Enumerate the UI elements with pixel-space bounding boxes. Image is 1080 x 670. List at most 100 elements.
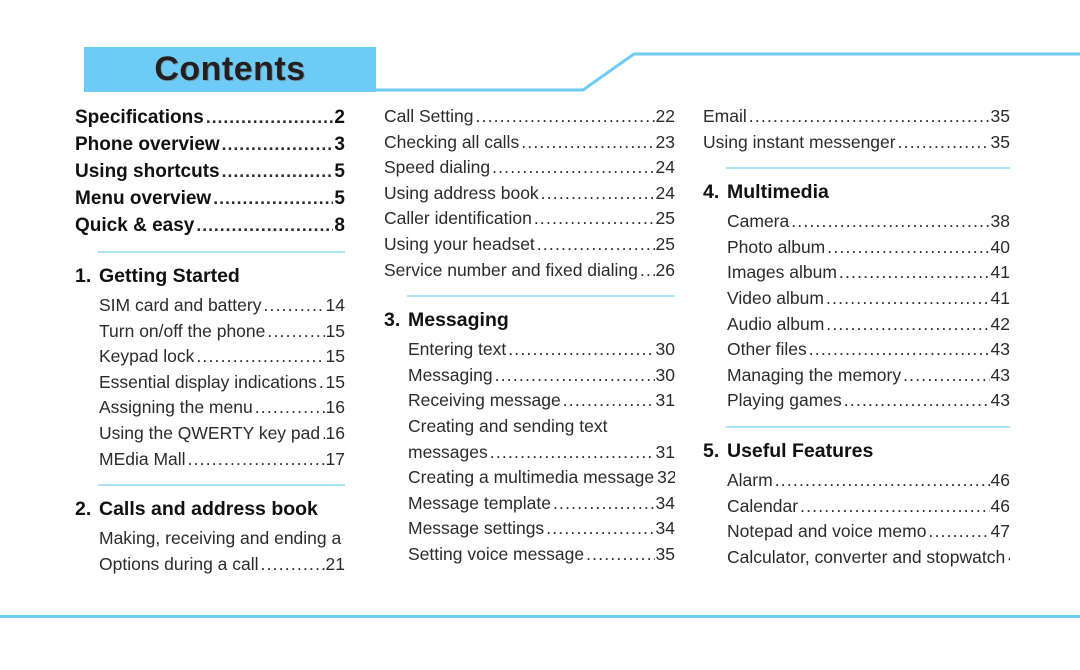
section-heading[interactable]: 5. Useful Features bbox=[703, 438, 1010, 464]
toc-entry[interactable]: Using instant messenger ................… bbox=[703, 130, 1010, 156]
toc-entry[interactable]: MEdia Mall .............................… bbox=[99, 447, 345, 473]
toc-entry[interactable]: Service number and fixed dialing........… bbox=[384, 258, 675, 284]
toc-entry-label: Other files bbox=[727, 339, 807, 360]
toc-entry[interactable]: Making, receiving and ending a call ....… bbox=[99, 526, 345, 552]
section-heading[interactable]: 1. Getting Started bbox=[75, 263, 345, 289]
toc-leader-dots: ........................................… bbox=[187, 448, 325, 469]
toc-leader-dots: ........................................… bbox=[521, 131, 655, 152]
toc-entry-label: Making, receiving and ending a call bbox=[99, 528, 345, 549]
toc-page-number: 47 bbox=[990, 521, 1010, 542]
toc-entry[interactable]: messages ...............................… bbox=[408, 440, 675, 466]
toc-entry-label: Specifications bbox=[75, 107, 204, 128]
toc-page-number: 43 bbox=[990, 339, 1010, 360]
toc-entry-label: MEdia Mall bbox=[99, 448, 186, 469]
toc-entry[interactable]: Receiving message ......................… bbox=[408, 388, 675, 414]
section-number: 5. bbox=[703, 439, 720, 462]
toc-leader-dots: ........................................… bbox=[492, 157, 654, 178]
toc-entry[interactable]: Notepad and voice memo .................… bbox=[727, 519, 1010, 545]
toc-entry-label: Message settings bbox=[408, 518, 545, 539]
section-title: Useful Features bbox=[727, 439, 874, 462]
toc-entry[interactable]: Using shortcuts.........................… bbox=[75, 158, 345, 185]
toc-entry[interactable]: Using address book......................… bbox=[384, 181, 675, 207]
toc-entry-group: Specifications..........................… bbox=[75, 104, 345, 239]
toc-entry[interactable]: Specifications..........................… bbox=[75, 104, 345, 131]
toc-leader-dots: ........................................… bbox=[536, 233, 655, 254]
toc-entry-label: Using the QWERTY key pad bbox=[99, 422, 321, 443]
section-heading[interactable]: 4. Multimedia bbox=[703, 179, 1010, 205]
toc-entry[interactable]: Keypad lock.............................… bbox=[99, 344, 345, 370]
toc-entry[interactable]: Call Setting ...........................… bbox=[384, 104, 675, 130]
toc-entry[interactable]: Options during a call...................… bbox=[99, 552, 345, 578]
toc-entry[interactable]: Message template .......................… bbox=[408, 491, 675, 517]
toc-page-number: 5 bbox=[334, 161, 345, 182]
toc-entry[interactable]: Speed dialing...........................… bbox=[384, 155, 675, 181]
toc-page-number: 32 bbox=[657, 467, 675, 488]
section-entries: SIM card and battery ...................… bbox=[99, 293, 345, 472]
toc-page-number: 24 bbox=[655, 157, 675, 178]
toc-entry[interactable]: Phone overview..........................… bbox=[75, 131, 345, 158]
section-heading[interactable]: 2. Calls and address book bbox=[75, 496, 345, 522]
toc-page-number: 31 bbox=[655, 390, 675, 411]
toc-entry[interactable]: Calculator, converter and stopwatch.....… bbox=[727, 545, 1010, 571]
toc-entry-label: Assigning the menu bbox=[99, 397, 253, 418]
toc-leader-dots: ........................................… bbox=[318, 371, 325, 392]
toc-page-number: 35 bbox=[655, 543, 675, 564]
toc-page-number: 2 bbox=[334, 107, 345, 128]
toc-leader-dots: ........................................… bbox=[748, 106, 990, 126]
toc-entry[interactable]: Caller identification ..................… bbox=[384, 206, 675, 232]
section-title: Getting Started bbox=[99, 265, 240, 287]
toc-entry[interactable]: Audio album ............................… bbox=[727, 312, 1010, 338]
toc-entry-label: Using your headset bbox=[384, 233, 535, 254]
toc-entry-label: Call Setting bbox=[384, 106, 474, 126]
section-number: 1. bbox=[75, 265, 92, 287]
toc-leader-dots: ........................................… bbox=[897, 131, 990, 152]
toc-entry[interactable]: Creating and sending text...............… bbox=[408, 414, 675, 440]
toc-leader-dots: ........................................… bbox=[260, 553, 325, 574]
toc-entry[interactable]: SIM card and battery ...................… bbox=[99, 293, 345, 319]
toc-leader-dots: ........................................… bbox=[494, 364, 655, 385]
toc-page-number: 15 bbox=[325, 320, 345, 341]
toc-entry[interactable]: Turn on/off the phone...................… bbox=[99, 319, 345, 345]
toc-entry-label: Video album bbox=[727, 287, 824, 308]
toc-entry[interactable]: Entering text ..........................… bbox=[408, 337, 675, 363]
toc-entry-label: SIM card and battery bbox=[99, 295, 262, 315]
toc-entry[interactable]: Other files ............................… bbox=[727, 337, 1010, 363]
toc-entry-label: Options during a call bbox=[99, 553, 259, 574]
toc-entry[interactable]: Photo album ............................… bbox=[727, 235, 1010, 261]
toc-entry[interactable]: Using the QWERTY key pad................… bbox=[99, 421, 345, 447]
toc-entry-label: Playing games bbox=[727, 390, 842, 411]
toc-entry[interactable]: Using your headset .....................… bbox=[384, 232, 675, 258]
toc-entry[interactable]: Essential display indications...........… bbox=[99, 370, 345, 396]
toc-page-number: 16 bbox=[325, 397, 345, 418]
toc-entry[interactable]: Camera..................................… bbox=[727, 209, 1010, 235]
toc-page-number: 43 bbox=[990, 390, 1010, 411]
toc-entry[interactable]: Alarm ..................................… bbox=[727, 468, 1010, 494]
toc-entry[interactable]: Checking all calls......................… bbox=[384, 130, 675, 156]
toc-page-number: 22 bbox=[655, 106, 675, 126]
toc-leader-dots: ........................................… bbox=[838, 262, 990, 283]
toc-leader-dots: ........................................… bbox=[267, 320, 324, 341]
toc-entry-label: Managing the memory bbox=[727, 364, 902, 385]
toc-entry[interactable]: Assigning the menu .....................… bbox=[99, 395, 345, 421]
toc-entry[interactable]: Email...................................… bbox=[703, 104, 1010, 130]
toc-entry-label: Email bbox=[703, 106, 747, 126]
toc-page-number: 43 bbox=[990, 364, 1010, 385]
toc-entry[interactable]: Menu overview ..........................… bbox=[75, 185, 345, 212]
toc-entry-label: Audio album bbox=[727, 313, 825, 334]
toc-entry[interactable]: Calendar................................… bbox=[727, 494, 1010, 520]
toc-entry[interactable]: Creating a multimedia message...........… bbox=[408, 465, 675, 491]
toc-entry[interactable]: Quick & easy............................… bbox=[75, 212, 345, 239]
toc-entry[interactable]: Managing the memory ....................… bbox=[727, 363, 1010, 389]
toc-entry[interactable]: Playing games ..........................… bbox=[727, 388, 1010, 414]
section-heading[interactable]: 3. Messaging bbox=[384, 307, 675, 333]
toc-entry-label: Photo album bbox=[727, 236, 826, 257]
contents-columns: Specifications..........................… bbox=[0, 104, 1080, 604]
toc-entry[interactable]: Message settings .......................… bbox=[408, 516, 675, 542]
toc-entry[interactable]: Setting voice message ..................… bbox=[408, 542, 675, 568]
toc-page-number: 42 bbox=[990, 313, 1010, 334]
toc-entry[interactable]: Video album ............................… bbox=[727, 286, 1010, 312]
toc-page-number: 41 bbox=[990, 262, 1010, 283]
toc-entry[interactable]: Messaging ..............................… bbox=[408, 363, 675, 389]
section-divider bbox=[726, 167, 1010, 170]
toc-entry[interactable]: Images album ...........................… bbox=[727, 260, 1010, 286]
